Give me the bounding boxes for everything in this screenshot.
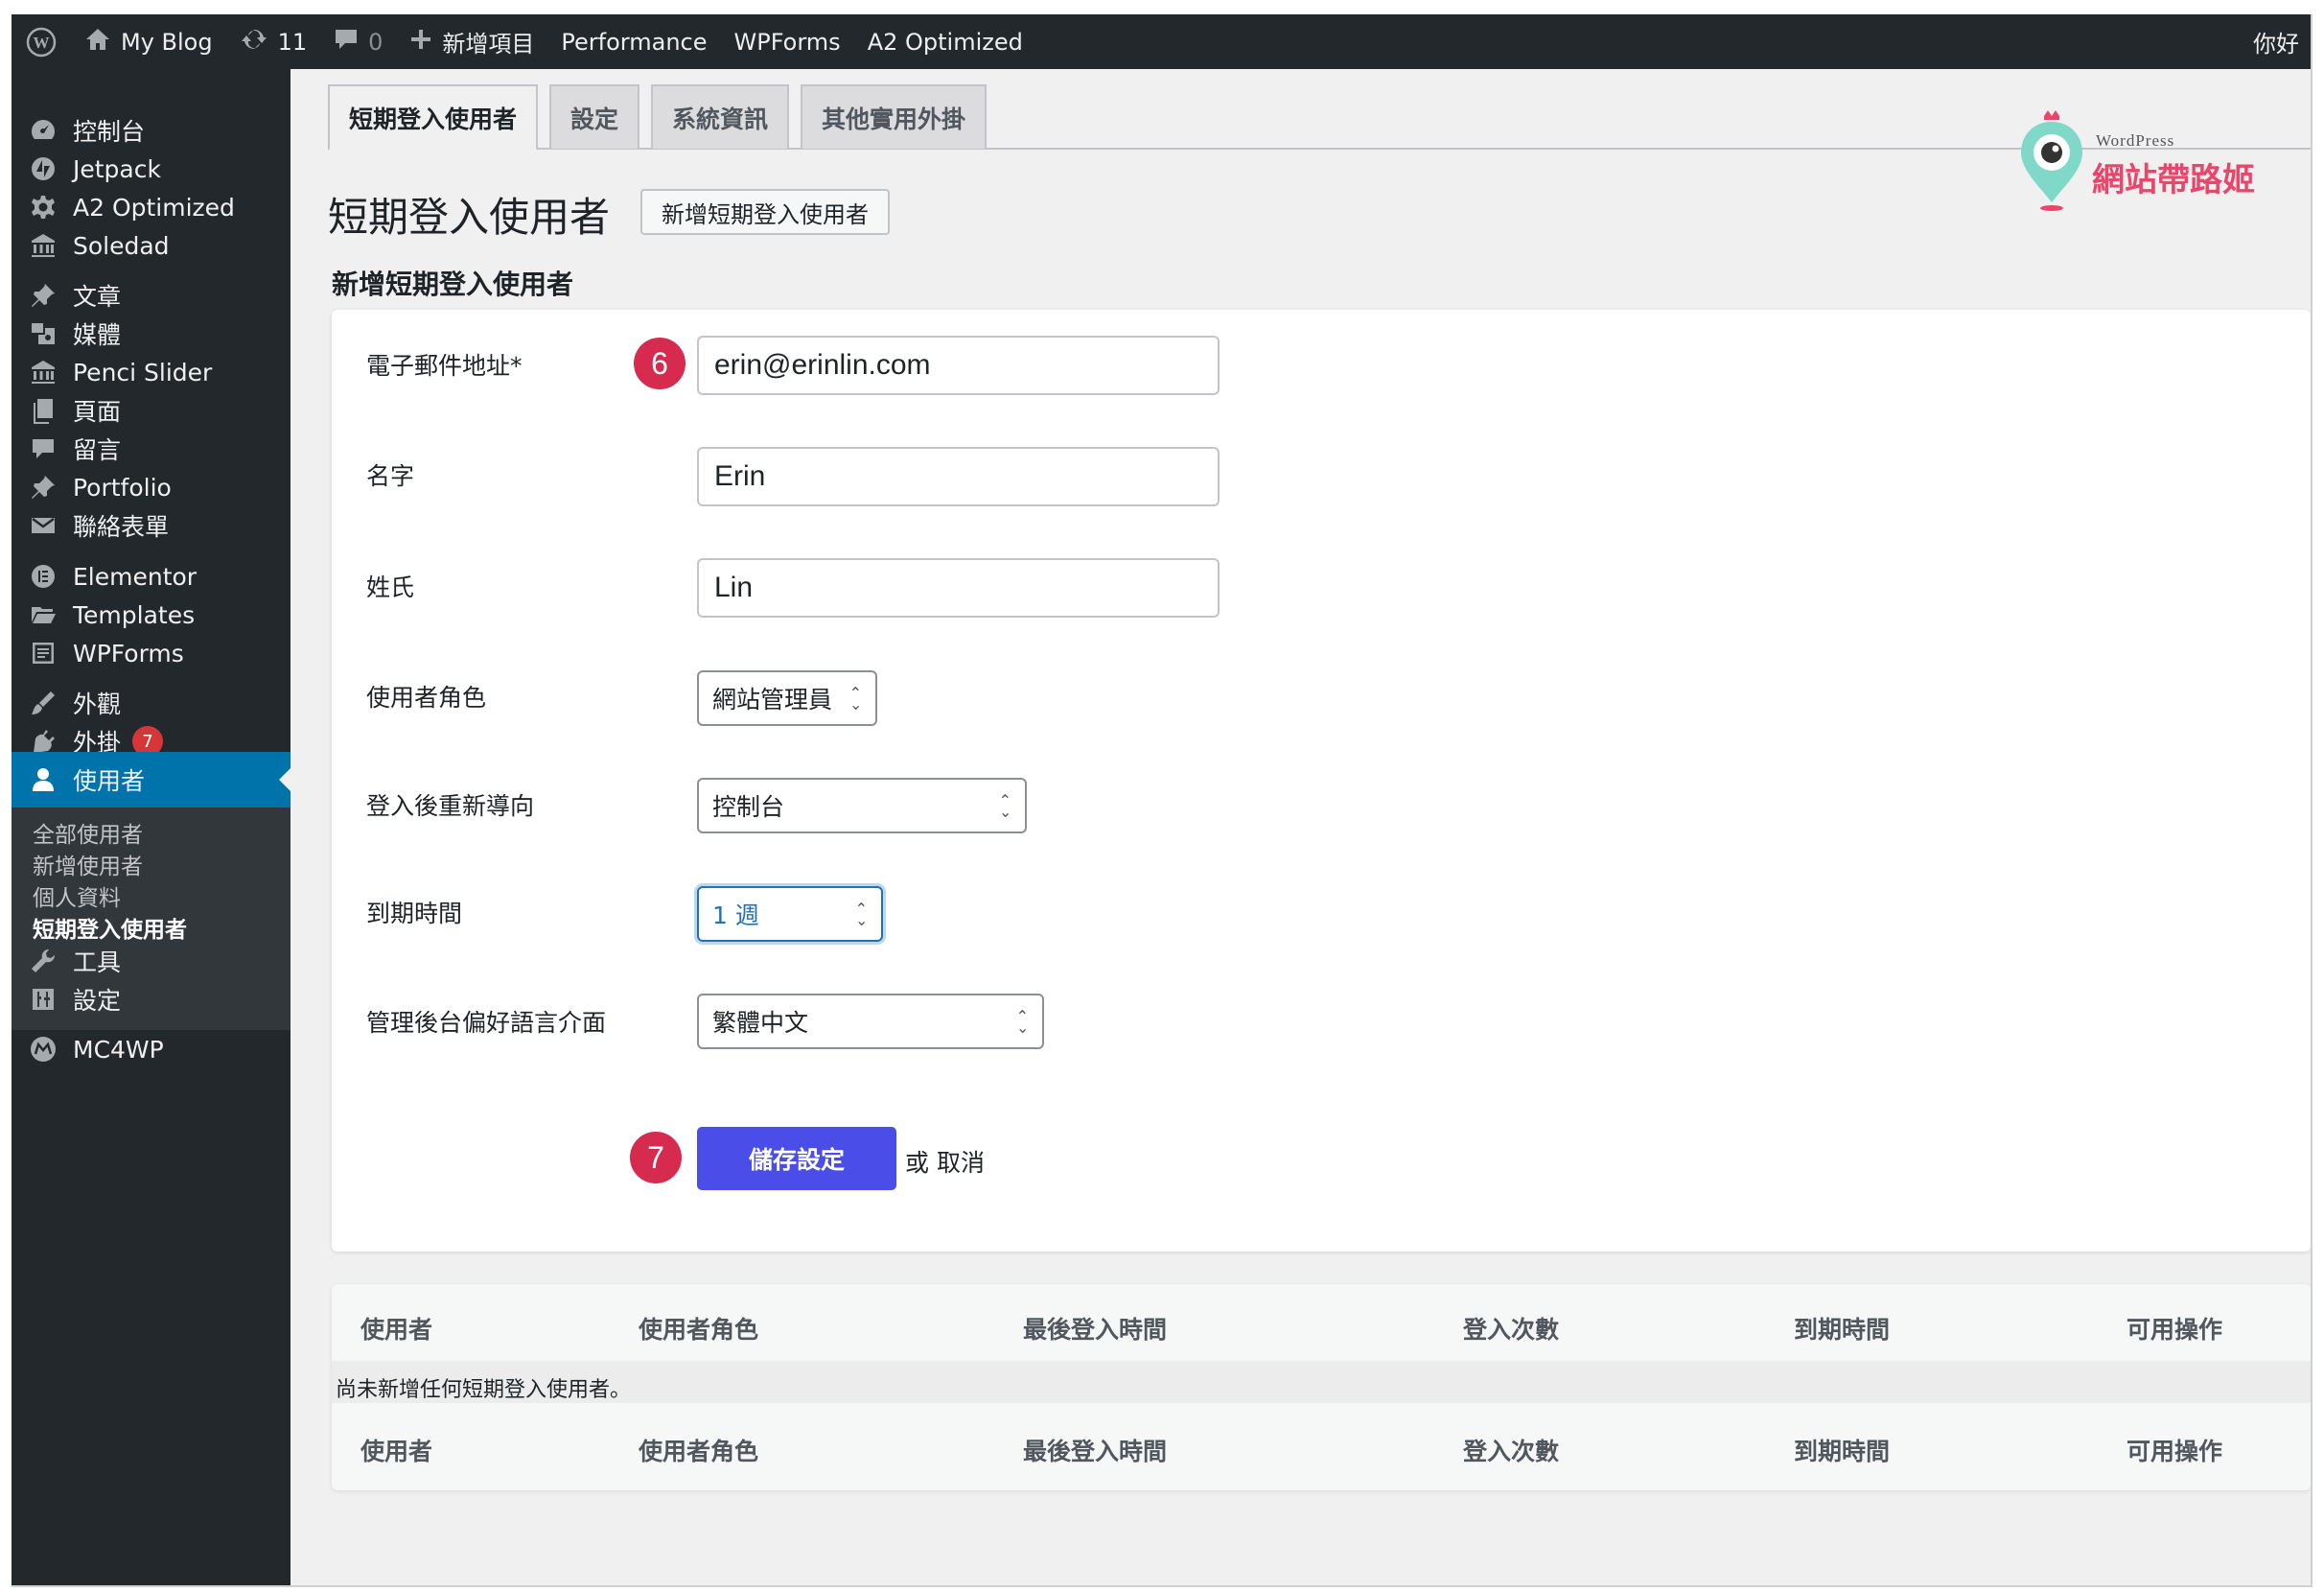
column-header-login-count[interactable]: 登入次數 bbox=[1463, 1311, 1559, 1346]
redirect-select[interactable]: 控制台 ⌃ ⌃ bbox=[697, 778, 1027, 833]
a2-optimized-link[interactable]: A2 Optimized bbox=[854, 14, 1036, 69]
submenu-all-users[interactable]: 全部使用者 bbox=[33, 816, 143, 849]
submenu-add-user[interactable]: 新增使用者 bbox=[33, 848, 143, 880]
or-cancel-text: 或 取消 bbox=[905, 1149, 985, 1177]
updates-link[interactable]: 11 bbox=[226, 14, 321, 69]
section-title: 新增短期登入使用者 bbox=[332, 269, 574, 300]
sidebar-item-contact-forms[interactable]: 聯絡表單 bbox=[12, 498, 290, 553]
footer-header-actions[interactable]: 可用操作 bbox=[2126, 1433, 2222, 1467]
role-select[interactable]: 網站管理員 ⌃ ⌃ bbox=[697, 670, 877, 726]
admin-language-select[interactable]: 繁體中文 ⌃ ⌃ bbox=[697, 994, 1044, 1049]
map-pin-logo-icon bbox=[2021, 110, 2082, 211]
site-name-link[interactable]: My Blog bbox=[71, 14, 226, 69]
column-header-last-login[interactable]: 最後登入時間 bbox=[1023, 1311, 1167, 1346]
email-field[interactable]: erin@erinlin.com bbox=[697, 336, 1220, 395]
admin-sidebar: 控制台 Jetpack A2 Optimized Soledad 文章 媒體 P… bbox=[12, 69, 290, 1585]
last-name-field[interactable]: Lin bbox=[697, 558, 1220, 618]
step-6-badge: 6 bbox=[634, 338, 686, 389]
new-temporary-login-form bbox=[332, 310, 2311, 1252]
redirect-label: 登入後重新導向 bbox=[366, 792, 535, 820]
sidebar-item-soledad[interactable]: Soledad bbox=[12, 218, 290, 273]
first-name-label: 名字 bbox=[366, 462, 415, 490]
new-content-link[interactable]: 新增項目 bbox=[396, 14, 547, 69]
sidebar-item-mc4wp[interactable]: MC4WP bbox=[12, 1021, 290, 1077]
account-greeting[interactable]: 你好 bbox=[2253, 14, 2311, 69]
first-name-field[interactable]: Erin bbox=[697, 447, 1220, 506]
expiry-label: 到期時間 bbox=[366, 900, 463, 927]
sidebar-item-settings[interactable]: 設定 bbox=[12, 972, 290, 1027]
add-temporary-login-button[interactable]: 新增短期登入使用者 bbox=[640, 189, 890, 235]
footer-header-last-login[interactable]: 最後登入時間 bbox=[1023, 1433, 1167, 1467]
role-label: 使用者角色 bbox=[366, 684, 487, 712]
comments-link[interactable]: 0 bbox=[320, 14, 396, 69]
wpforms-link[interactable]: WPForms bbox=[721, 14, 854, 69]
tab-other-plugins[interactable]: 其他實用外掛 bbox=[801, 84, 988, 149]
sidebar-item-users[interactable]: 使用者 bbox=[12, 752, 290, 808]
user-icon bbox=[23, 752, 63, 808]
home-icon bbox=[84, 27, 111, 58]
email-label: 電子郵件地址* bbox=[366, 352, 523, 380]
bank-icon bbox=[23, 218, 63, 273]
refresh-icon bbox=[240, 26, 268, 59]
svg-text:W: W bbox=[34, 34, 50, 52]
expiry-select[interactable]: 1 週 ⌃ ⌃ bbox=[697, 886, 883, 942]
wordpress-logo-icon[interactable]: W bbox=[12, 14, 71, 69]
column-header-actions[interactable]: 可用操作 bbox=[2126, 1311, 2222, 1346]
browser-window: W My Blog 11 0 新增項目 Performance WPForms … bbox=[12, 14, 2312, 1587]
footer-header-login-count[interactable]: 登入次數 bbox=[1463, 1433, 1559, 1467]
step-7-badge: 7 bbox=[630, 1132, 682, 1183]
footer-header-role[interactable]: 使用者角色 bbox=[639, 1433, 758, 1467]
admin-bar: W My Blog 11 0 新增項目 Performance WPForms … bbox=[12, 14, 2311, 69]
mail-icon bbox=[23, 498, 63, 553]
tab-system-info[interactable]: 系統資訊 bbox=[651, 84, 790, 149]
settings-icon bbox=[23, 972, 63, 1027]
wordpress-guide-logo: WordPress 網站帶路姬 bbox=[2015, 110, 2265, 216]
select-arrows-icon: ⌃ ⌃ bbox=[854, 900, 868, 929]
footer-header-user[interactable]: 使用者 bbox=[360, 1433, 432, 1467]
last-name-label: 姓氏 bbox=[366, 574, 415, 601]
plus-icon bbox=[409, 28, 432, 57]
empty-table-message: 尚未新增任何短期登入使用者。 bbox=[336, 1378, 632, 1402]
tab-settings[interactable]: 設定 bbox=[549, 84, 640, 149]
temporary-logins-table: 使用者 使用者角色 最後登入時間 登入次數 到期時間 可用操作 尚未新增任何短期… bbox=[332, 1284, 2311, 1490]
submenu-profile[interactable]: 個人資料 bbox=[33, 879, 121, 912]
select-arrows-icon: ⌃ ⌃ bbox=[1015, 1007, 1029, 1037]
column-header-expiry[interactable]: 到期時間 bbox=[1794, 1311, 1890, 1346]
column-header-role[interactable]: 使用者角色 bbox=[639, 1311, 758, 1346]
column-header-user[interactable]: 使用者 bbox=[360, 1311, 432, 1346]
form-icon bbox=[23, 625, 63, 681]
page-title: 短期登入使用者 bbox=[328, 194, 611, 241]
mc4wp-icon bbox=[23, 1021, 63, 1077]
footer-header-expiry[interactable]: 到期時間 bbox=[1794, 1433, 1890, 1467]
performance-link[interactable]: Performance bbox=[547, 14, 720, 69]
select-arrows-icon: ⌃ ⌃ bbox=[998, 791, 1011, 821]
admin-language-label: 管理後台偏好語言介面 bbox=[366, 1009, 607, 1037]
sidebar-item-wpforms[interactable]: WPForms bbox=[12, 625, 290, 681]
cancel-link[interactable]: 取消 bbox=[937, 1149, 985, 1177]
save-settings-button[interactable]: 儲存設定 bbox=[697, 1127, 896, 1190]
comment-icon bbox=[334, 27, 359, 58]
settings-tabs: 短期登入使用者 設定 系統資訊 其他實用外掛 bbox=[328, 84, 998, 151]
tab-temporary-logins[interactable]: 短期登入使用者 bbox=[328, 84, 539, 151]
select-arrows-icon: ⌃ ⌃ bbox=[848, 684, 862, 714]
